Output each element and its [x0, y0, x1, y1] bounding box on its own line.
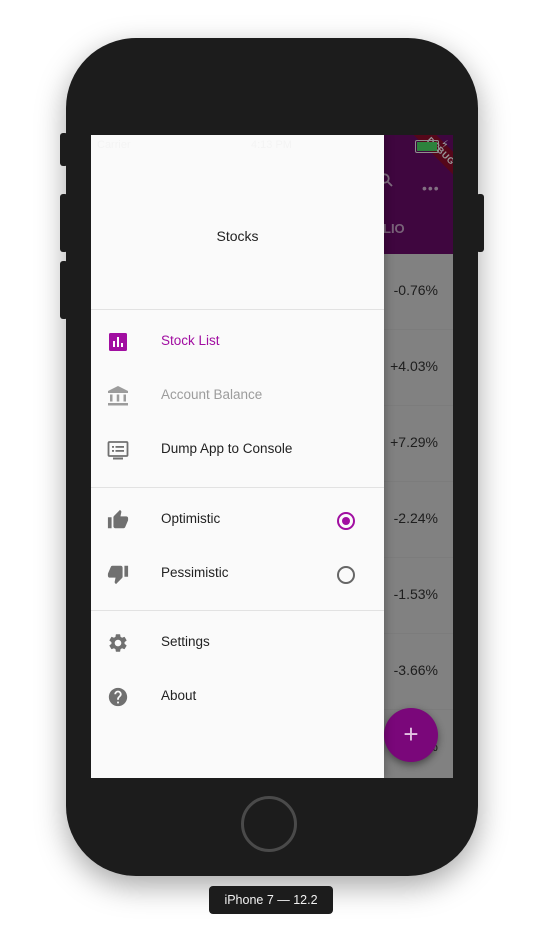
add-stock-button[interactable]: + — [384, 708, 438, 762]
mute-switch — [60, 133, 68, 166]
drawer-header: Stocks — [91, 135, 384, 310]
dvr-icon — [107, 441, 129, 460]
thumb-up-icon — [107, 509, 129, 529]
power-button — [476, 194, 484, 252]
volume-up-button — [60, 194, 68, 252]
menu-item-label: Pessimistic — [161, 565, 229, 580]
assessment-icon — [109, 333, 127, 351]
menu-item-label: Account Balance — [161, 387, 263, 402]
menu-item-dump-app[interactable]: Dump App to Console — [91, 424, 384, 478]
device-label: iPhone 7 — 12.2 — [209, 886, 333, 914]
menu-item-account-balance[interactable]: Account Balance — [91, 370, 384, 424]
pessimistic-radio[interactable] — [337, 566, 355, 584]
menu-item-label: Optimistic — [161, 511, 221, 526]
settings-icon — [109, 634, 127, 652]
home-button[interactable] — [241, 796, 297, 852]
drawer-title: Stocks — [216, 228, 259, 244]
menu-item-label: Settings — [161, 634, 210, 649]
volume-down-button — [60, 261, 68, 319]
optimistic-radio[interactable] — [337, 512, 355, 530]
menu-item-label: Stock List — [161, 333, 220, 348]
thumb-down-icon — [107, 565, 129, 585]
navigation-drawer: Carrier 4:13 PM Stocks Stock List Accoun… — [91, 135, 384, 778]
menu-item-label: Dump App to Console — [161, 441, 293, 456]
menu-item-pessimistic[interactable]: Pessimistic — [91, 548, 384, 602]
menu-item-about[interactable]: About — [91, 671, 384, 725]
account-balance-icon — [108, 386, 128, 406]
help-icon — [108, 687, 128, 707]
menu-item-optimistic[interactable]: Optimistic — [91, 494, 384, 548]
device-screen: ••• LIO DEBUG ⚡ -0.76% +4.03% +7.29% -2.… — [91, 135, 453, 778]
divider — [91, 610, 384, 611]
menu-item-label: About — [161, 688, 197, 703]
menu-item-stock-list[interactable]: Stock List — [91, 316, 384, 370]
divider — [91, 487, 384, 488]
menu-item-settings[interactable]: Settings — [91, 617, 384, 671]
